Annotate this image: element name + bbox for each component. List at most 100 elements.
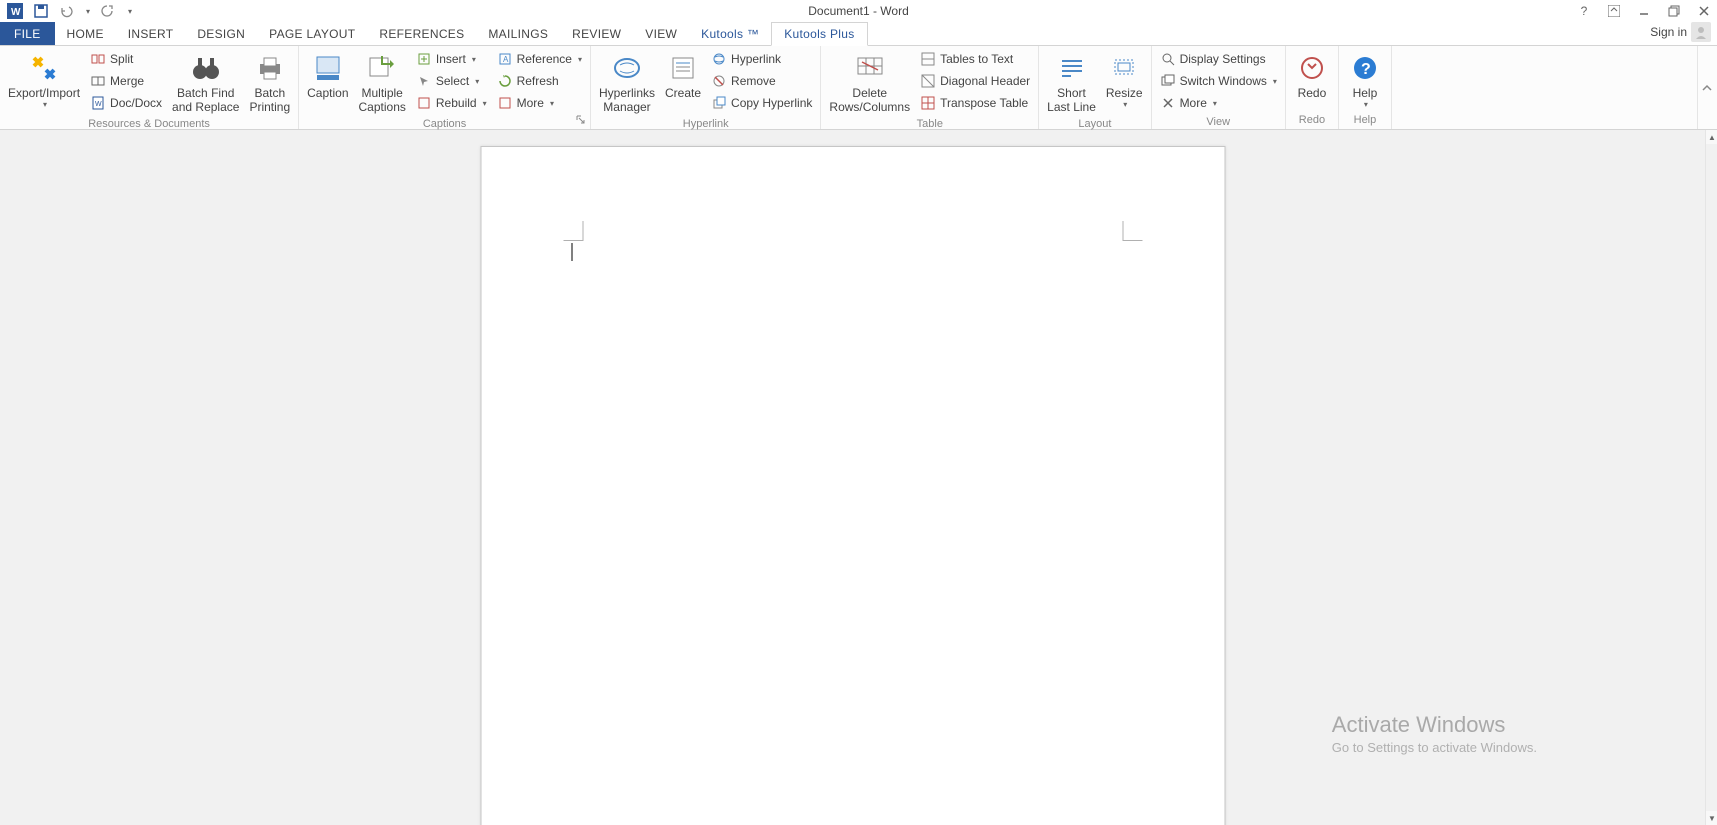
copy-hyperlink-label: Copy Hyperlink: [731, 96, 812, 110]
tab-design[interactable]: DESIGN: [185, 22, 257, 45]
caption-select-button[interactable]: Select▾: [412, 70, 491, 92]
hyperlink-create-button[interactable]: Create: [661, 48, 705, 102]
close-icon[interactable]: [1695, 2, 1713, 20]
group-redo: Redo Redo: [1286, 46, 1339, 129]
transpose-table-button[interactable]: Transpose Table: [916, 92, 1034, 114]
tab-page-layout[interactable]: PAGE LAYOUT: [257, 22, 367, 45]
merge-icon: [90, 73, 106, 89]
caption-button[interactable]: Caption: [303, 48, 352, 102]
caption-insert-button[interactable]: Insert▾: [412, 48, 491, 70]
short-last-line-label: Short Last Line: [1047, 86, 1096, 114]
close-x-icon: [1160, 95, 1176, 111]
chevron-down-icon: ▾: [550, 99, 554, 108]
switch-windows-label: Switch Windows: [1180, 74, 1267, 88]
view-more-label: More: [1180, 96, 1207, 110]
minimize-icon[interactable]: [1635, 2, 1653, 20]
caption-more-button[interactable]: More▾: [493, 92, 586, 114]
sign-in-label: Sign in: [1650, 25, 1687, 39]
scroll-up-icon[interactable]: ▲: [1706, 130, 1717, 144]
export-import-label: Export/Import: [8, 86, 80, 100]
caption-icon: [312, 52, 344, 84]
vertical-scrollbar[interactable]: ▲ ▼: [1705, 130, 1717, 825]
captions-launcher-icon[interactable]: [575, 114, 587, 126]
batch-printing-button[interactable]: Batch Printing: [245, 48, 294, 116]
tab-kutools[interactable]: Kutools ™: [689, 22, 771, 45]
caption-refresh-label: Refresh: [517, 74, 559, 88]
caption-reference-label: Reference: [517, 52, 572, 66]
undo-icon[interactable]: [58, 2, 76, 20]
tab-insert[interactable]: INSERT: [116, 22, 186, 45]
diagonal-header-label: Diagonal Header: [940, 74, 1030, 88]
binoculars-icon: [190, 52, 222, 84]
doc-docx-button[interactable]: W Doc/Docx: [86, 92, 166, 114]
hyperlinks-manager-button[interactable]: Hyperlinks Manager: [595, 48, 659, 116]
tab-view[interactable]: VIEW: [633, 22, 689, 45]
hyperlink-icon: [711, 51, 727, 67]
sign-in[interactable]: Sign in: [1650, 22, 1711, 42]
split-icon: [90, 51, 106, 67]
hyperlink-remove-button[interactable]: Remove: [707, 70, 816, 92]
word-icon[interactable]: W: [6, 2, 24, 20]
redo-button[interactable]: Redo: [1290, 48, 1334, 102]
resize-button[interactable]: Resize ▾: [1102, 48, 1147, 111]
tables-to-text-button[interactable]: Tables to Text: [916, 48, 1034, 70]
multiple-captions-icon: [366, 52, 398, 84]
split-button[interactable]: Split: [86, 48, 166, 70]
transpose-icon: [920, 95, 936, 111]
view-more-button[interactable]: More▾: [1156, 92, 1281, 114]
caption-reference-button[interactable]: A Reference▾: [493, 48, 586, 70]
tab-mailings[interactable]: MAILINGS: [476, 22, 560, 45]
group-help: ? Help ▾ Help: [1339, 46, 1392, 129]
tab-kutools-plus[interactable]: Kutools Plus: [771, 22, 867, 46]
document-area: [0, 130, 1705, 825]
rebuild-icon: [416, 95, 432, 111]
document-page[interactable]: [480, 146, 1225, 825]
delete-rows-icon: [854, 52, 886, 84]
caption-rebuild-button[interactable]: Rebuild▾: [412, 92, 491, 114]
hyperlinks-manager-icon: [611, 52, 643, 84]
chevron-down-icon: ▾: [578, 55, 582, 64]
merge-label: Merge: [110, 74, 144, 88]
ribbon-tabs: FILE HOME INSERT DESIGN PAGE LAYOUT REFE…: [0, 22, 1717, 46]
caption-refresh-button[interactable]: Refresh: [493, 70, 586, 92]
batch-find-replace-button[interactable]: Batch Find and Replace: [168, 48, 243, 116]
switch-windows-button[interactable]: Switch Windows▾: [1156, 70, 1281, 92]
group-hyperlink: Hyperlinks Manager Create Hyperlink Remo…: [591, 46, 821, 129]
tables-to-text-label: Tables to Text: [940, 52, 1013, 66]
redo-qat-icon[interactable]: [98, 2, 116, 20]
insert-icon: [416, 51, 432, 67]
help-label: Help: [1353, 86, 1378, 100]
undo-dropdown-icon[interactable]: ▾: [86, 7, 90, 16]
user-avatar-icon: [1691, 22, 1711, 42]
delete-rows-columns-button[interactable]: Delete Rows/Columns: [825, 48, 914, 116]
group-table: Delete Rows/Columns Tables to Text Diago…: [821, 46, 1039, 129]
quick-access-toolbar: W ▾ ▾: [0, 2, 132, 20]
caption-insert-label: Insert: [436, 52, 466, 66]
tab-review[interactable]: REVIEW: [560, 22, 633, 45]
hyperlink-button[interactable]: Hyperlink: [707, 48, 816, 70]
display-settings-button[interactable]: Display Settings: [1156, 48, 1281, 70]
export-import-icon: [28, 52, 60, 84]
collapse-ribbon-icon[interactable]: [1701, 82, 1713, 94]
export-import-button[interactable]: Export/Import ▾: [4, 48, 84, 111]
tab-home[interactable]: HOME: [55, 22, 116, 45]
restore-icon[interactable]: [1665, 2, 1683, 20]
short-last-line-button[interactable]: Short Last Line: [1043, 48, 1100, 116]
chevron-down-icon: ▾: [1364, 100, 1368, 109]
tab-file[interactable]: FILE: [0, 22, 55, 45]
group-view-label: View: [1156, 114, 1281, 131]
chevron-down-icon: ▾: [483, 99, 487, 108]
qat-customize-icon[interactable]: ▾: [128, 7, 132, 16]
scroll-down-icon[interactable]: ▼: [1706, 811, 1717, 825]
refresh-icon: [497, 73, 513, 89]
ribbon-display-icon[interactable]: [1605, 2, 1623, 20]
diagonal-header-button[interactable]: Diagonal Header: [916, 70, 1034, 92]
copy-hyperlink-button[interactable]: Copy Hyperlink: [707, 92, 816, 114]
help-icon[interactable]: ?: [1575, 2, 1593, 20]
multiple-captions-button[interactable]: Multiple Captions: [355, 48, 410, 116]
tab-references[interactable]: REFERENCES: [367, 22, 476, 45]
merge-button[interactable]: Merge: [86, 70, 166, 92]
save-icon[interactable]: [32, 2, 50, 20]
help-button[interactable]: ? Help ▾: [1343, 48, 1387, 111]
group-layout: Short Last Line Resize ▾ Layout: [1039, 46, 1151, 129]
